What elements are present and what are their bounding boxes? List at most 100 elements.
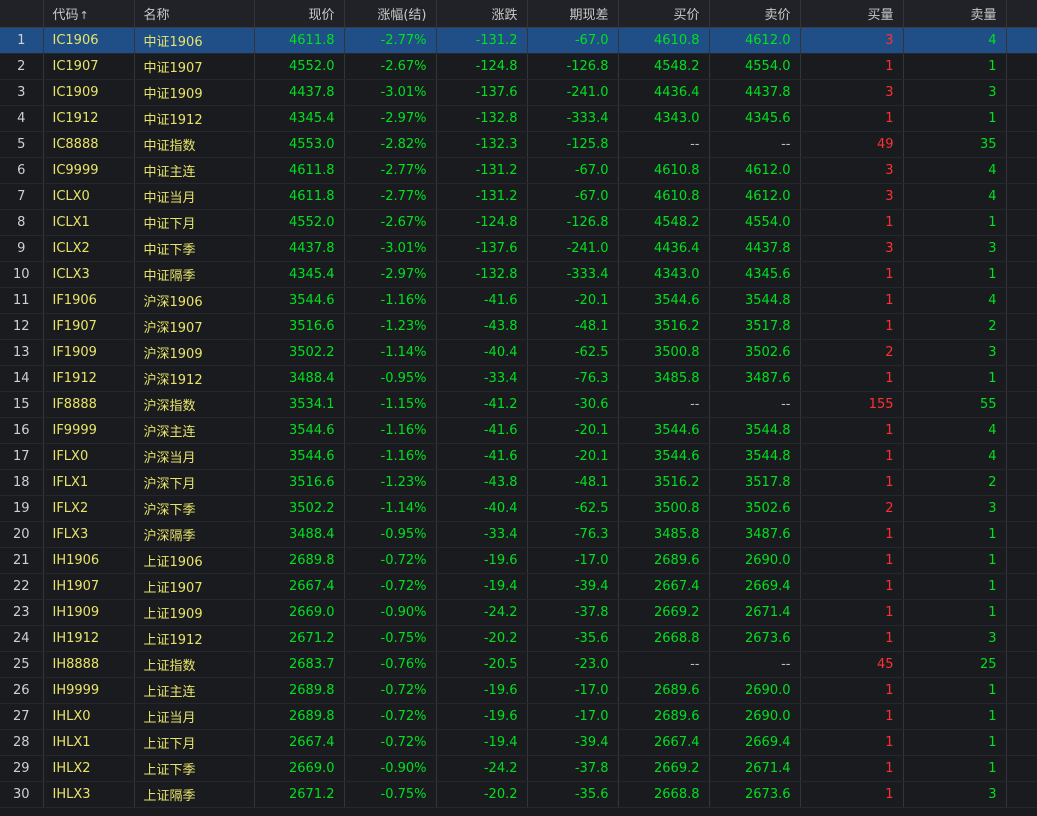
table-row[interactable]: 24 IH1912 上证1912 2671.2 -0.75% -20.2 -35.6 2668…: [0, 625, 1037, 652]
row-change: -19.4: [436, 573, 528, 600]
header-name[interactable]: 名称: [134, 0, 255, 28]
row-code: IC1906: [43, 27, 135, 54]
row-pct-change: -1.16%: [344, 443, 437, 470]
table-row[interactable]: 1 IC1906 中证1906 4611.8 -2.77% -131.2 -67.0 4610…: [0, 27, 1037, 54]
row-ask-volume: 1: [903, 547, 1007, 574]
header-ask-volume[interactable]: 卖量: [903, 0, 1007, 28]
header-basis[interactable]: 期现差: [527, 0, 619, 28]
row-code: IFLX1: [43, 469, 135, 496]
row-basis: -67.0: [527, 157, 619, 184]
row-pct-change: -3.01%: [344, 79, 437, 106]
table-row[interactable]: 5 IC8888 中证指数 4553.0 -2.82% -132.3 -125.8 -- -- 4…: [0, 131, 1037, 158]
row-bid: 2667.4: [618, 573, 710, 600]
table-row[interactable]: 10 ICLX3 中证隔季 4345.4 -2.97% -132.8 -333.4 4343.…: [0, 261, 1037, 288]
row-filler: [1006, 287, 1037, 314]
row-change: -19.6: [436, 677, 528, 704]
row-change: -20.2: [436, 625, 528, 652]
row-code: IF1909: [43, 339, 135, 366]
row-name: 中证隔季: [134, 261, 255, 288]
row-code: IHLX3: [43, 781, 135, 808]
row-price: 2671.2: [254, 625, 345, 652]
row-pct-change: -0.75%: [344, 625, 437, 652]
row-bid-volume: 1: [800, 313, 904, 340]
table-row[interactable]: 4 IC1912 中证1912 4345.4 -2.97% -132.8 -333.4 434…: [0, 105, 1037, 132]
row-filler: [1006, 105, 1037, 132]
row-ask-volume: 55: [903, 391, 1007, 418]
header-code[interactable]: 代码↑: [43, 0, 135, 28]
table-row[interactable]: 29 IHLX2 上证下季 2669.0 -0.90% -24.2 -37.8 2669.2 2…: [0, 755, 1037, 782]
table-row[interactable]: 14 IF1912 沪深1912 3488.4 -0.95% -33.4 -76.3 3485…: [0, 365, 1037, 392]
row-filler: [1006, 157, 1037, 184]
row-bid: 3544.6: [618, 287, 710, 314]
table-row[interactable]: 6 IC9999 中证主连 4611.8 -2.77% -131.2 -67.0 4610.8…: [0, 157, 1037, 184]
row-price: 3488.4: [254, 521, 345, 548]
table-row[interactable]: 27 IHLX0 上证当月 2689.8 -0.72% -19.6 -17.0 2689.6 2…: [0, 703, 1037, 730]
row-basis: -37.8: [527, 755, 619, 782]
table-row[interactable]: 26 IH9999 上证主连 2689.8 -0.72% -19.6 -17.0 2689.6…: [0, 677, 1037, 704]
table-row[interactable]: 21 IH1906 上证1906 2689.8 -0.72% -19.6 -17.0 2689…: [0, 547, 1037, 574]
row-bid-volume: 155: [800, 391, 904, 418]
row-change: -24.2: [436, 599, 528, 626]
row-index: 4: [0, 105, 44, 132]
row-bid-volume: 1: [800, 677, 904, 704]
table-row[interactable]: 30 IHLX3 上证隔季 2671.2 -0.75% -20.2 -35.6 2668.8 2…: [0, 781, 1037, 808]
table-row[interactable]: 7 ICLX0 中证当月 4611.8 -2.77% -131.2 -67.0 4610.8 4…: [0, 183, 1037, 210]
row-name: 上证指数: [134, 651, 255, 678]
table-row[interactable]: 12 IF1907 沪深1907 3516.6 -1.23% -43.8 -48.1 3516…: [0, 313, 1037, 340]
row-filler: [1006, 53, 1037, 80]
header-bid[interactable]: 买价: [618, 0, 710, 28]
table-row[interactable]: 25 IH8888 上证指数 2683.7 -0.76% -20.5 -23.0 -- -- 45…: [0, 651, 1037, 678]
row-pct-change: -0.72%: [344, 547, 437, 574]
row-bid: 3516.2: [618, 313, 710, 340]
header-bid-volume[interactable]: 买量: [800, 0, 904, 28]
table-row[interactable]: 18 IFLX1 沪深下月 3516.6 -1.23% -43.8 -48.1 3516.2 3…: [0, 469, 1037, 496]
row-bid: 4548.2: [618, 209, 710, 236]
row-filler: [1006, 573, 1037, 600]
row-ask-volume: 4: [903, 287, 1007, 314]
row-code: IF1906: [43, 287, 135, 314]
table-row[interactable]: 13 IF1909 沪深1909 3502.2 -1.14% -40.4 -62.5 3500…: [0, 339, 1037, 366]
table-row[interactable]: 23 IH1909 上证1909 2669.0 -0.90% -24.2 -37.8 2669…: [0, 599, 1037, 626]
row-code: IH1906: [43, 547, 135, 574]
table-row[interactable]: 19 IFLX2 沪深下季 3502.2 -1.14% -40.4 -62.5 3500.8 3…: [0, 495, 1037, 522]
row-pct-change: -2.82%: [344, 131, 437, 158]
row-price: 2671.2: [254, 781, 345, 808]
table-row[interactable]: 15 IF8888 沪深指数 3534.1 -1.15% -41.2 -30.6 -- -- 15…: [0, 391, 1037, 418]
row-ask-volume: 1: [903, 521, 1007, 548]
row-index: 22: [0, 573, 44, 600]
row-ask-volume: 4: [903, 27, 1007, 54]
table-row[interactable]: 17 IFLX0 沪深当月 3544.6 -1.16% -41.6 -20.1 3544.6 3…: [0, 443, 1037, 470]
row-name: 沪深当月: [134, 443, 255, 470]
table-row[interactable]: 11 IF1906 沪深1906 3544.6 -1.16% -41.6 -20.1 3544…: [0, 287, 1037, 314]
row-name: 沪深1912: [134, 365, 255, 392]
row-filler: [1006, 365, 1037, 392]
header-ask[interactable]: 卖价: [709, 0, 801, 28]
row-basis: -17.0: [527, 547, 619, 574]
table-row[interactable]: 2 IC1907 中证1907 4552.0 -2.67% -124.8 -126.8 454…: [0, 53, 1037, 80]
row-ask: 2690.0: [709, 677, 801, 704]
row-filler: [1006, 755, 1037, 782]
table-row[interactable]: 9 ICLX2 中证下季 4437.8 -3.01% -137.6 -241.0 4436.4…: [0, 235, 1037, 262]
row-price: 4437.8: [254, 79, 345, 106]
header-pct-change[interactable]: 涨幅(结): [344, 0, 437, 28]
header-price[interactable]: 现价: [254, 0, 345, 28]
row-ask-volume: 35: [903, 131, 1007, 158]
row-basis: -126.8: [527, 53, 619, 80]
row-change: -33.4: [436, 365, 528, 392]
table-row[interactable]: 20 IFLX3 沪深隔季 3488.4 -0.95% -33.4 -76.3 3485.8 3…: [0, 521, 1037, 548]
table-row[interactable]: 22 IH1907 上证1907 2667.4 -0.72% -19.4 -39.4 2667…: [0, 573, 1037, 600]
row-name: 沪深1909: [134, 339, 255, 366]
table-row[interactable]: 16 IF9999 沪深主连 3544.6 -1.16% -41.6 -20.1 3544.6…: [0, 417, 1037, 444]
row-name: 上证1909: [134, 599, 255, 626]
row-bid: 3544.6: [618, 443, 710, 470]
row-pct-change: -0.76%: [344, 651, 437, 678]
row-ask-volume: 4: [903, 417, 1007, 444]
header-change[interactable]: 涨跌: [436, 0, 528, 28]
table-row[interactable]: 3 IC1909 中证1909 4437.8 -3.01% -137.6 -241.0 443…: [0, 79, 1037, 106]
row-ask-volume: 1: [903, 677, 1007, 704]
table-row[interactable]: 8 ICLX1 中证下月 4552.0 -2.67% -124.8 -126.8 4548.2…: [0, 209, 1037, 236]
row-index: 16: [0, 417, 44, 444]
row-filler: [1006, 599, 1037, 626]
row-pct-change: -1.23%: [344, 469, 437, 496]
table-row[interactable]: 28 IHLX1 上证下月 2667.4 -0.72% -19.4 -39.4 2667.4 2…: [0, 729, 1037, 756]
